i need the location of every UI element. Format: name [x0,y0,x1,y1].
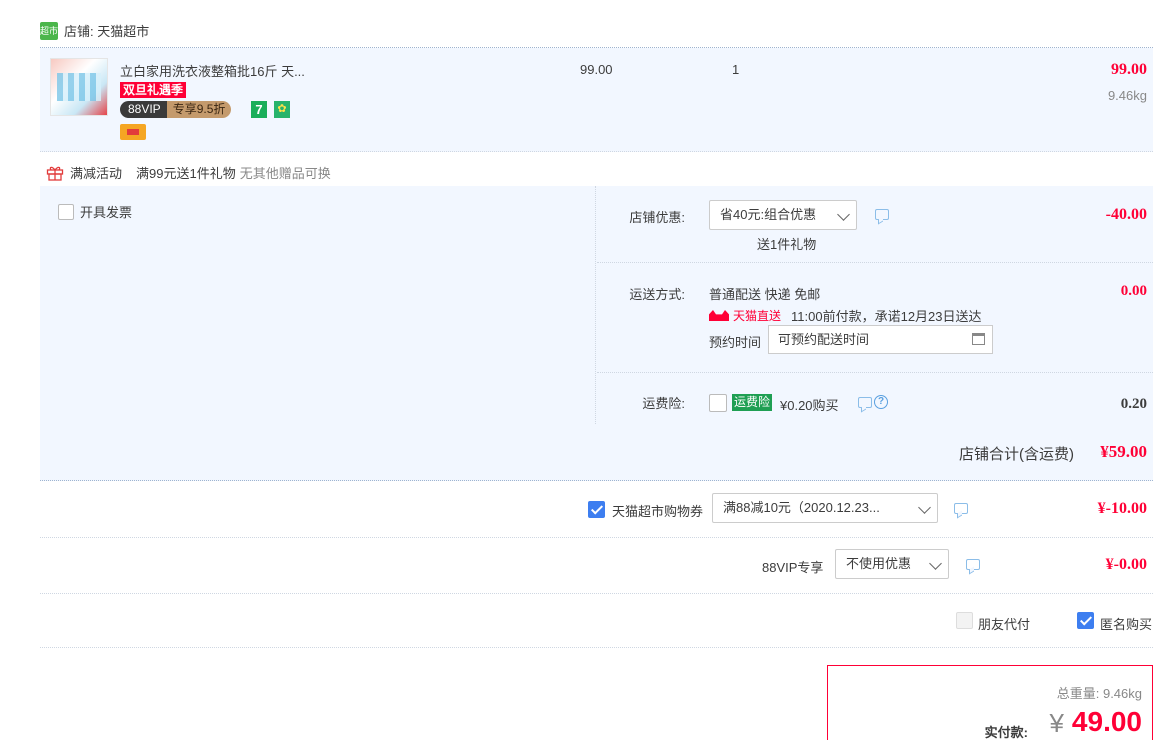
appointment-time-input[interactable]: 可预约配送时间 [768,325,993,354]
item-subtotal: 99.00 [1111,61,1147,78]
seven-day-return-icon: 7 [251,101,267,118]
shop-total-row: 店铺合计(含运费) ¥59.00 [40,424,1153,481]
vip-tag-label: 88VIP [120,101,167,118]
order-options: 开具发票 店铺优惠: 省40元:组合优惠 送1件礼物 -40.00 运送方式: … [40,186,1153,424]
tmall-cat-icon [709,310,729,321]
shop-name[interactable]: 店铺: 天猫超市 [64,21,149,40]
coupon-value: 满88减10元（2020.12.23... [723,500,880,515]
message-icon[interactable] [858,397,872,408]
cart-item-row: 立白家用洗衣液整箱批16斤 天... 双旦礼遇季 88VIP 专享9.5折 7 … [40,48,1153,152]
anonymous-label: 匿名购买 [1100,617,1153,632]
promo-note: 无其他赠品可换 [239,166,331,181]
shipping-label: 运送方式: [629,287,685,302]
insurance-price: ¥0.20购买 [780,398,839,413]
vip-row: 88VIP专享 不使用优惠 ¥-0.00 [40,538,1153,594]
tmall-direct-label: 天猫直送 [733,309,782,323]
invoice-label: 开具发票 [80,205,133,220]
coupon-amount: ¥-10.00 [1097,500,1147,517]
payment-options-row: 朋友代付 匿名购买 [40,594,1153,648]
calendar-icon[interactable] [972,333,985,345]
vip-tag-discount: 专享9.5折 [166,101,232,118]
help-icon[interactable]: ? [874,395,888,409]
message-icon[interactable] [954,503,968,514]
product-thumbnail[interactable] [50,58,108,116]
quantity: 1 [732,62,740,77]
item-weight: 9.46kg [1107,88,1147,103]
chevron-down-icon [929,557,942,570]
shop-header: 超市 店铺: 天猫超市 [40,14,1153,48]
vip-select[interactable]: 不使用优惠 [835,549,949,579]
insurance-checkbox[interactable] [709,394,727,412]
invoice-panel: 开具发票 [40,186,596,424]
delivery-promise: 天猫直送 11:00前付款，承诺12月23日送达 [709,306,982,325]
delivery-promise-text: 11:00前付款，承诺12月23日送达 [791,309,982,324]
sale-event-tag: 双旦礼遇季 [120,82,187,98]
friend-pay-checkbox[interactable] [956,612,973,629]
coupon-label: 天猫超市购物券 [612,504,704,519]
promo-desc: 满99元送1件礼物 [136,166,236,181]
coupon-row: 天猫超市购物券 满88减10元（2020.12.23... ¥-10.00 [40,482,1153,538]
shipping-section: 运送方式: 普通配送 快递 免邮 天猫直送 11:00前付款，承诺12月23日送… [597,263,1153,373]
promotion-line: 满减活动 满99元送1件礼物 无其他赠品可换 [46,163,331,182]
shop-discount-label: 店铺优惠: [629,210,685,225]
currency-symbol: ¥ [1049,708,1064,738]
friend-pay-label: 朋友代付 [978,617,1031,632]
insurance-amount: 0.20 [1120,396,1147,412]
total-weight: 总重量: 9.46kg [1056,686,1142,701]
message-icon[interactable] [966,559,980,570]
message-icon[interactable] [875,209,889,220]
product-title[interactable]: 立白家用洗衣液整箱批16斤 天... [120,61,305,80]
shop-discount-sub: 送1件礼物 [757,237,817,252]
card-payment-icon [120,124,146,140]
vip-amount: ¥-0.00 [1105,556,1147,573]
coupon-select[interactable]: 满88减10元（2020.12.23... [712,493,938,523]
actual-payment-amount: 49.00 [1071,706,1142,737]
shop-total-amount: ¥59.00 [1100,442,1147,461]
shipping-fee: 0.00 [1120,283,1147,299]
shop-total-label: 店铺合计(含运费) [959,446,1074,463]
payment-summary: 总重量: 9.46kg 实付款: ¥ 49.00 [827,665,1153,740]
invoice-checkbox[interactable] [58,203,74,220]
shop-discount-value: 省40元:组合优惠 [720,207,817,222]
invoice-toggle[interactable]: 开具发票 [58,202,132,221]
vip-value: 不使用优惠 [846,556,912,571]
coupon-checkbox[interactable] [588,501,605,518]
appointment-placeholder: 可预约配送时间 [778,332,870,347]
anonymous-checkbox[interactable] [1077,612,1094,629]
appointment-label: 预约时间 [709,335,762,350]
shipping-method: 普通配送 快递 免邮 [709,287,821,302]
insurance-tag: 运费险 [732,394,773,411]
tmall-supermarket-icon: 超市 [40,21,58,40]
insurance-label: 运费险: [642,396,685,411]
shop-discount-section: 店铺优惠: 省40元:组合优惠 送1件礼物 -40.00 [597,186,1153,263]
service-guarantee-icon: ✿ [274,101,290,118]
vip-discount-tag: 88VIP 专享9.5折 [120,101,232,118]
unit-price: 99.00 [580,62,613,77]
chevron-down-icon [918,501,931,514]
tmall-direct-badge: 天猫直送 [709,307,781,324]
chevron-down-icon [837,208,850,221]
actual-payment-label: 实付款: [984,725,1028,740]
promo-type: 满减活动 [70,166,123,181]
shop-discount-amount: -40.00 [1105,206,1147,223]
vip-label: 88VIP专享 [762,560,824,575]
insurance-section: 运费险: 运费险 ¥0.20购买 ? 0.20 [597,373,1153,424]
gift-icon [46,166,64,181]
shop-discount-select[interactable]: 省40元:组合优惠 [709,200,857,230]
